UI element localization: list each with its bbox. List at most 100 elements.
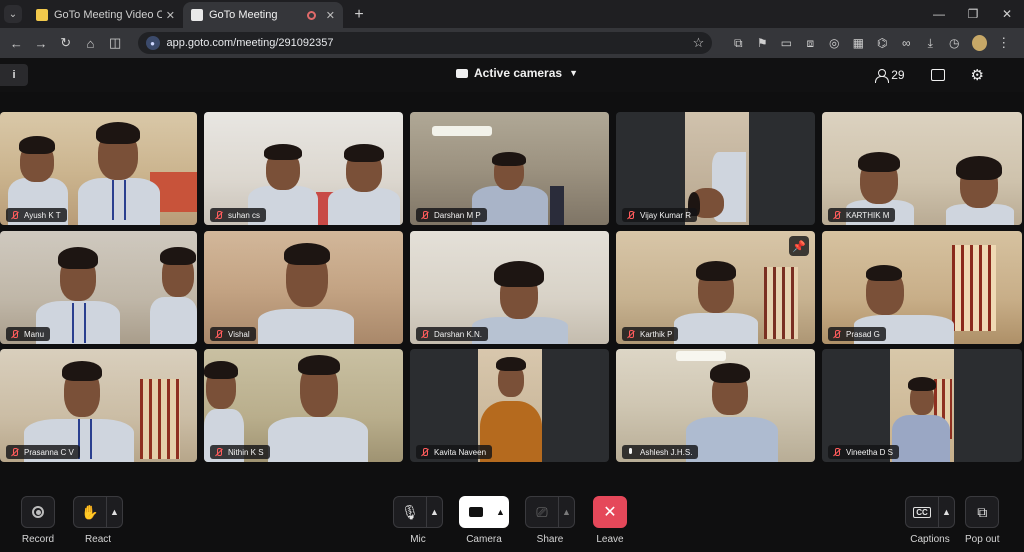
tab-close-icon[interactable]: ✕ bbox=[166, 9, 175, 22]
video-tile[interactable]: Kavita Naveen bbox=[410, 349, 609, 462]
participant-name: suhan cs bbox=[228, 210, 261, 220]
video-tile[interactable]: Prasanna C V bbox=[0, 349, 197, 462]
participant-nameplate: Darshan K.N. bbox=[416, 327, 489, 341]
history-icon[interactable]: ◷ bbox=[942, 32, 966, 54]
share-button[interactable]: ⎚ bbox=[525, 496, 559, 528]
info-icon[interactable]: i bbox=[0, 64, 28, 86]
share-label: Share bbox=[536, 534, 564, 545]
participants-button[interactable]: 29 bbox=[875, 68, 905, 83]
participant-name: Darshan M P bbox=[434, 210, 481, 220]
mic-muted-icon bbox=[832, 447, 841, 457]
reading-mode-icon[interactable]: ▭ bbox=[774, 32, 798, 54]
downloads-queue-icon[interactable]: ▦ bbox=[846, 32, 870, 54]
share-control: ⎚ ▲ Share bbox=[525, 496, 575, 545]
download-icon[interactable]: ⤓ bbox=[918, 32, 942, 54]
video-tile[interactable]: 📌 Karthik P bbox=[616, 231, 815, 344]
chat-icon[interactable] bbox=[930, 69, 945, 81]
participant-name: Kavita Naveen bbox=[434, 447, 487, 457]
people-icon bbox=[875, 68, 890, 83]
address-bar[interactable]: ● app.goto.com/meeting/291092357 ☆ bbox=[137, 32, 713, 54]
participant-nameplate: Nithin K S bbox=[210, 445, 270, 459]
camera-button[interactable] bbox=[459, 496, 493, 528]
participant-nameplate: Darshan M P bbox=[416, 208, 487, 222]
reload-icon[interactable]: ↻ bbox=[55, 32, 76, 54]
screen-share-off-icon: ⎚ bbox=[536, 503, 548, 520]
participant-figure bbox=[674, 261, 758, 344]
cast-icon[interactable]: ⌬ bbox=[870, 32, 894, 54]
leave-control: ✕ Leave bbox=[593, 496, 627, 545]
video-tile[interactable]: suhan cs bbox=[204, 112, 403, 225]
video-tile[interactable]: Prasad G bbox=[822, 231, 1022, 344]
participant-nameplate: Vineetha D S bbox=[828, 445, 899, 459]
tab-search-icon[interactable]: ⌄ bbox=[4, 5, 22, 23]
site-info-icon[interactable]: ● bbox=[145, 36, 160, 50]
extension-icon[interactable]: ⚑ bbox=[750, 32, 774, 54]
view-selector[interactable]: Active cameras ▼ bbox=[456, 66, 578, 80]
record-button[interactable] bbox=[21, 496, 55, 528]
participant-figure bbox=[892, 373, 950, 462]
participant-nameplate: Vijay Kumar R bbox=[622, 208, 697, 222]
mic-muted-icon bbox=[420, 447, 429, 457]
video-tile[interactable]: KARTHIK M bbox=[822, 112, 1022, 225]
participant-nameplate: Manu bbox=[6, 327, 51, 341]
mic-options-button[interactable]: ▲ bbox=[427, 496, 443, 528]
popout-button[interactable]: ⧉ bbox=[965, 496, 1000, 528]
video-tile[interactable]: Darshan M P bbox=[410, 112, 609, 225]
tab-close-icon[interactable]: ✕ bbox=[326, 9, 335, 22]
tab-title: GoTo Meeting Video Conferenc bbox=[54, 9, 162, 21]
meeting-header: i Active cameras ▼ 29 ⚙ bbox=[0, 58, 1024, 92]
leave-button[interactable]: ✕ bbox=[593, 496, 627, 528]
react-button[interactable]: ✋ bbox=[73, 496, 107, 528]
lens-icon[interactable]: ◎ bbox=[822, 32, 846, 54]
new-tab-button[interactable]: + bbox=[347, 3, 371, 27]
restore-icon[interactable]: ❐ bbox=[956, 0, 990, 28]
video-tile[interactable]: Nithin K S bbox=[204, 349, 403, 462]
pin-icon[interactable]: 📌 bbox=[789, 236, 809, 256]
video-tile[interactable]: Vishal bbox=[204, 231, 403, 344]
mic-button[interactable]: 🎙 bbox=[393, 496, 427, 528]
menu-kebab-icon[interactable]: ⋮ bbox=[993, 32, 1014, 54]
popout-label: Pop out bbox=[965, 534, 1000, 545]
video-tile[interactable]: Vijay Kumar R bbox=[616, 112, 815, 225]
video-tile[interactable]: Darshan K.N. bbox=[410, 231, 609, 344]
mic-muted-icon bbox=[420, 210, 429, 220]
captions-options-button[interactable]: ▲ bbox=[939, 496, 955, 528]
browser-tab-goto-video[interactable]: GoTo Meeting Video Conferenc ✕ bbox=[28, 2, 183, 28]
video-tile[interactable]: Vineetha D S bbox=[822, 349, 1022, 462]
profile-avatar[interactable] bbox=[972, 35, 988, 51]
video-tile[interactable]: Ashlesh J.H.S. bbox=[616, 349, 815, 462]
browser-tab-goto-meeting[interactable]: GoTo Meeting ✕ bbox=[183, 2, 343, 28]
video-tile[interactable]: Ayush K T bbox=[0, 112, 197, 225]
close-window-icon[interactable]: ✕ bbox=[990, 0, 1024, 28]
minimize-icon[interactable]: — bbox=[922, 0, 956, 28]
gear-icon[interactable]: ⚙ bbox=[971, 66, 984, 84]
participant-nameplate: Ayush K T bbox=[6, 208, 67, 222]
back-icon[interactable]: ← bbox=[6, 32, 27, 54]
mic-muted-icon bbox=[214, 329, 223, 339]
extension-icon[interactable]: ⧉ bbox=[726, 32, 750, 54]
browser-tab-strip: ⌄ GoTo Meeting Video Conferenc ✕ GoTo Me… bbox=[0, 0, 1024, 28]
participant-name: Vishal bbox=[228, 329, 250, 339]
camera-options-button[interactable]: ▲ bbox=[493, 496, 509, 528]
home-icon[interactable]: ⌂ bbox=[80, 32, 101, 54]
captions-label: Captions bbox=[910, 534, 950, 545]
video-feed-detail bbox=[140, 379, 180, 459]
participant-figure bbox=[150, 243, 197, 344]
participant-name: Darshan K.N. bbox=[434, 329, 483, 339]
translate-icon[interactable]: ⧈ bbox=[798, 32, 822, 54]
participant-count: 29 bbox=[891, 68, 905, 82]
react-options-button[interactable]: ▲ bbox=[107, 496, 123, 528]
captions-button[interactable]: CC bbox=[905, 496, 939, 528]
link-icon[interactable]: ∞ bbox=[894, 32, 918, 54]
mic-muted-icon bbox=[832, 329, 841, 339]
forward-icon[interactable]: → bbox=[31, 32, 52, 54]
record-control: Record bbox=[21, 496, 55, 545]
participant-figure bbox=[328, 142, 400, 225]
bookmark-star-icon[interactable]: ☆ bbox=[693, 35, 705, 51]
participant-nameplate: Karthik P bbox=[622, 327, 679, 341]
video-tile[interactable]: Manu bbox=[0, 231, 197, 344]
header-actions: 29 ⚙ bbox=[875, 66, 984, 84]
split-view-icon[interactable]: ◫ bbox=[105, 32, 126, 54]
mic-muted-icon bbox=[420, 329, 429, 339]
share-options-button[interactable]: ▲ bbox=[559, 496, 575, 528]
